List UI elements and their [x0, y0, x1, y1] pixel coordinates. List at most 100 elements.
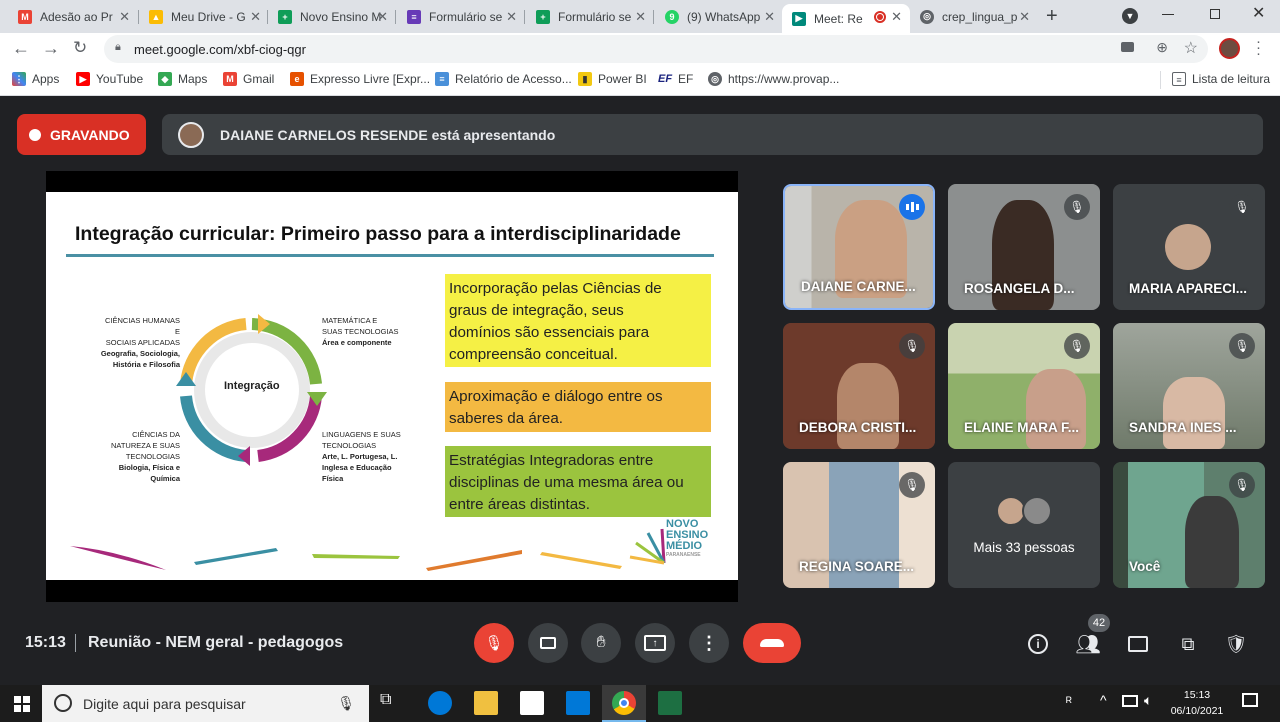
globe-icon: ◎ [920, 9, 934, 24]
participant-name: MARIA APARECI... [1129, 281, 1247, 296]
participant-tile-debora[interactable]: 🎙︎ DEBORA CRISTI... [783, 323, 935, 449]
participant-name: DAIANE CARNE... [801, 279, 916, 294]
microphone-icon[interactable]: 🎙︎ [337, 695, 355, 712]
tab-sheets-novo-ensino[interactable]: + Novo Ensino M ✕ [268, 4, 396, 29]
globe-icon: ◎ [708, 72, 722, 86]
windows-start-icon[interactable] [14, 696, 30, 712]
zoom-icon[interactable]: ⊕ [1156, 39, 1168, 56]
more-participants-tile[interactable]: Mais 33 pessoas [948, 462, 1100, 588]
browser-tab-strip: M Adesão ao Pr ✕ ▲ Meu Drive - G ✕ + Nov… [0, 0, 1280, 33]
reading-list-icon: ≡ [1172, 72, 1186, 86]
mic-toggle-button[interactable]: 🎙︎ [474, 623, 514, 663]
participant-tile-self[interactable]: 🎙︎ Você [1113, 462, 1265, 588]
bookmark-relatorio[interactable]: ≡ Relatório de Acesso... [435, 72, 572, 86]
mic-off-icon: 🎙︎ [1229, 472, 1255, 498]
participant-tile-daiane[interactable]: DAIANE CARNE... [783, 184, 935, 310]
tab-sheets-formulario[interactable]: + Formulário se ✕ [526, 4, 654, 29]
tab-search-button[interactable]: ▼ [1122, 8, 1138, 24]
close-icon[interactable]: ✕ [506, 9, 517, 25]
excel-icon[interactable] [658, 691, 682, 715]
bookmark-star-icon[interactable]: ☆ [1184, 38, 1198, 58]
report-icon: ≡ [435, 72, 449, 86]
store-icon[interactable] [520, 691, 544, 715]
bookmark-expresso[interactable]: e Expresso Livre [Expr... [290, 72, 430, 86]
omnibox[interactable]: 🔒︎ meet.google.com/xbf-ciog-qgr ⊕ ☆ [104, 35, 1208, 63]
menu-icon[interactable]: · · · [1256, 34, 1261, 61]
close-icon[interactable]: ✕ [764, 9, 775, 25]
tab-gmail[interactable]: M Adesão ao Pr ✕ [8, 4, 138, 29]
volume-icon[interactable]: 🔈︎ [1144, 692, 1152, 709]
mic-off-icon: 🎙︎ [1064, 333, 1090, 359]
leave-call-button[interactable] [743, 623, 801, 663]
task-view-icon[interactable]: ⧉ [380, 691, 404, 715]
present-screen-button[interactable]: ↑ [635, 623, 675, 663]
mail-icon[interactable] [566, 691, 590, 715]
close-icon[interactable]: ✕ [250, 9, 261, 25]
tab-meet[interactable]: ▶ Meet: Re ✕ [782, 4, 910, 33]
participant-tile-sandra[interactable]: 🎙︎ SANDRA INES ... [1113, 323, 1265, 449]
close-icon[interactable]: ✕ [1019, 9, 1030, 25]
people-tray-icon[interactable]: ᴿ [1066, 694, 1072, 709]
bookmark-provap[interactable]: ◎ https://www.provap... [708, 72, 839, 86]
bookmarks-bar: ⋮ Apps ▶ YouTube ◆ Maps M Gmail e Expresso Li… [0, 65, 1280, 96]
participant-tile-elaine[interactable]: 🎙︎ ELAINE MARA F... [948, 323, 1100, 449]
camera-icon[interactable] [1121, 42, 1134, 52]
participant-avatar [1022, 496, 1052, 526]
tab-whatsapp[interactable]: 9 (9) WhatsApp ✕ [655, 4, 783, 29]
edge-icon[interactable] [428, 691, 452, 715]
person-silhouette [1026, 369, 1086, 449]
meet-icon: ▶ [792, 11, 806, 26]
minimize-button[interactable] [1162, 14, 1174, 15]
camera-toggle-button[interactable] [528, 623, 568, 663]
bookmark-youtube[interactable]: ▶ YouTube [76, 72, 143, 86]
close-icon[interactable]: ✕ [377, 9, 388, 25]
taskbar-search-box[interactable]: Digite aqui para pesquisar 🎙︎ [42, 685, 369, 722]
chrome-taskbar-button[interactable] [602, 685, 646, 722]
reading-list[interactable]: ≡ Lista de leitura [1172, 72, 1270, 86]
gmail-icon: M [18, 9, 32, 24]
tab-drive[interactable]: ▲ Meu Drive - G ✕ [139, 4, 269, 29]
tab-forms[interactable]: ≡ Formulário se ✕ [397, 4, 525, 29]
new-tab-button[interactable]: + [1046, 5, 1058, 28]
close-window-button[interactable]: ✕ [1252, 3, 1265, 23]
profile-avatar[interactable] [1219, 38, 1240, 59]
restore-button[interactable] [1210, 9, 1220, 19]
chat-button[interactable] [1124, 630, 1152, 658]
notifications-icon[interactable] [1242, 693, 1258, 707]
apps-icon: ⋮ [12, 72, 26, 86]
presentation-area: Integração curricular: Primeiro passo pa… [46, 171, 738, 602]
person-silhouette [1163, 377, 1225, 449]
bookmark-gmail[interactable]: M Gmail [223, 72, 274, 86]
reload-icon[interactable]: ↻ [73, 38, 87, 58]
system-clock[interactable]: 15:13 06/10/2021 [1168, 687, 1226, 719]
participant-tile-maria[interactable]: 🎙︎ MARIA APARECI... [1113, 184, 1265, 310]
close-icon[interactable]: ✕ [119, 9, 130, 25]
close-icon[interactable]: ✕ [635, 9, 646, 25]
sheets-icon: + [536, 9, 550, 24]
address-toolbar: ← → ↻ 🔒︎ meet.google.com/xbf-ciog-qgr ⊕ … [0, 33, 1280, 65]
recording-badge: GRAVANDO [17, 114, 146, 155]
activities-button[interactable]: ⧉ [1174, 630, 1202, 658]
close-icon[interactable]: ✕ [891, 9, 902, 25]
network-icon[interactable] [1122, 695, 1138, 707]
show-hidden-icons[interactable]: ^ [1100, 692, 1107, 708]
meeting-info-button[interactable]: i [1024, 630, 1052, 658]
forward-icon[interactable]: → [42, 38, 60, 59]
bookmark-maps[interactable]: ◆ Maps [158, 72, 207, 86]
tab-crep[interactable]: ◎ crep_lingua_p ✕ [910, 4, 1038, 29]
bookmark-ef[interactable]: EF EF [658, 72, 693, 86]
participant-tile-rosangela[interactable]: 🎙︎ ROSANGELA D... [948, 184, 1100, 310]
bookmark-powerbi[interactable]: ▮ Power BI [578, 72, 647, 86]
back-icon[interactable]: ← [12, 38, 30, 59]
camera-icon [540, 637, 556, 649]
host-controls-button[interactable]: 🛡︎ [1222, 630, 1250, 658]
more-options-button[interactable]: ⋮ [689, 623, 729, 663]
mic-off-icon: 🎙︎ [1064, 194, 1090, 220]
participant-tile-regina[interactable]: 🎙︎ REGINA SOARE... [783, 462, 935, 588]
raise-hand-button[interactable]: ✋︎ [581, 623, 621, 663]
tab-title: Meet: Re [814, 11, 863, 26]
file-explorer-icon[interactable] [474, 691, 498, 715]
bookmark-apps[interactable]: ⋮ Apps [12, 72, 59, 86]
participants-button[interactable]: 👥︎ [1074, 630, 1102, 658]
whatsapp-icon: 9 [665, 9, 679, 24]
